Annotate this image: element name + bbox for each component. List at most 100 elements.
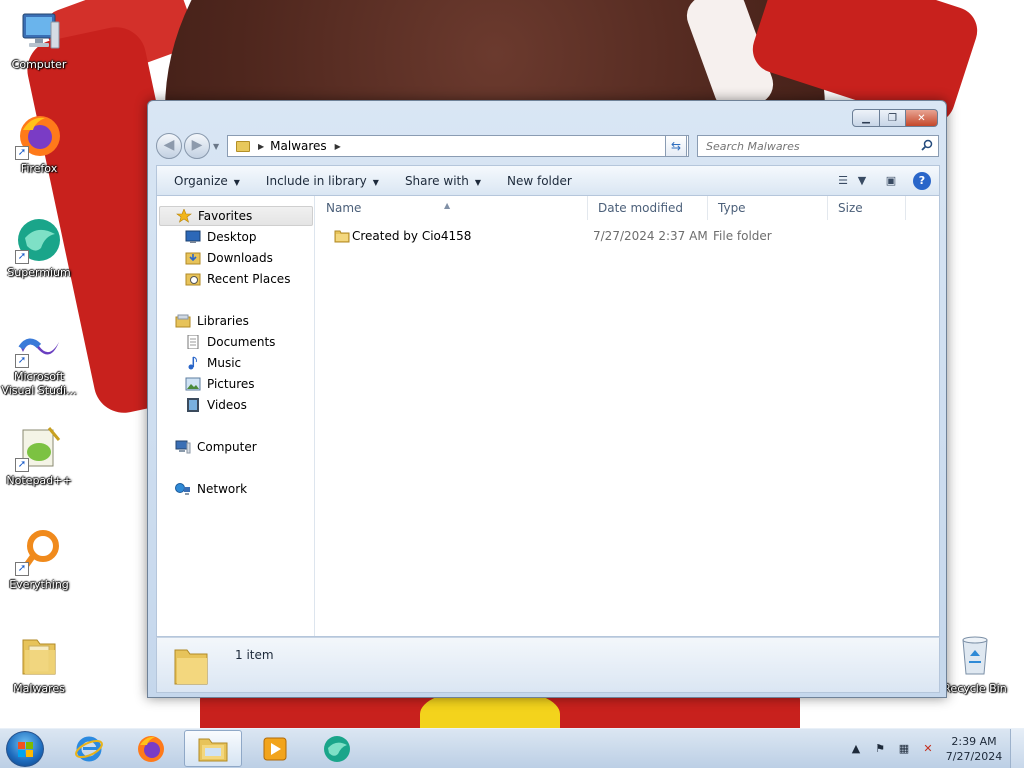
recent-places-icon bbox=[185, 272, 201, 286]
taskbar-file-explorer[interactable] bbox=[184, 730, 242, 767]
explorer-body: Favorites Desktop Downloads Recent Place… bbox=[156, 195, 940, 637]
clock-date: 7/27/2024 bbox=[945, 750, 1003, 763]
desktop-icon-malwares[interactable]: Malwares bbox=[1, 632, 77, 696]
details-pane: 1 item bbox=[156, 637, 940, 693]
clock[interactable]: 2:39 AM 7/27/2024 bbox=[944, 734, 1004, 764]
nav-item-desktop[interactable]: Desktop bbox=[185, 227, 257, 247]
pictures-icon bbox=[185, 377, 201, 391]
nav-item-libraries[interactable]: Libraries bbox=[175, 311, 249, 331]
windows-logo-icon bbox=[18, 742, 33, 757]
taskbar-firefox[interactable] bbox=[122, 730, 180, 767]
computer-icon bbox=[175, 440, 191, 454]
taskbar-supermium[interactable] bbox=[308, 730, 366, 767]
search-icon[interactable] bbox=[921, 139, 933, 151]
recent-pages-dropdown[interactable]: ▼ bbox=[213, 142, 219, 151]
folder-icon bbox=[334, 230, 350, 243]
libraries-icon bbox=[175, 314, 191, 328]
desktop-icon-notepad-plus-plus[interactable]: ➚ Notepad++ bbox=[1, 424, 77, 488]
file-name: Created by Cio4158 bbox=[352, 229, 472, 243]
file-type: File folder bbox=[713, 229, 772, 243]
column-header-name[interactable]: Name ▲ bbox=[316, 196, 588, 220]
preview-pane-button[interactable]: ▣ bbox=[879, 170, 903, 192]
folder-icon bbox=[15, 632, 63, 680]
share-with-button[interactable]: Share with ▼ bbox=[396, 170, 490, 192]
nav-item-documents[interactable]: Documents bbox=[185, 332, 275, 352]
address-bar[interactable]: ▶ Malwares ▶ ▼ bbox=[227, 135, 689, 157]
nav-item-computer[interactable]: Computer bbox=[175, 437, 257, 457]
desktop-icon-firefox[interactable]: ➚ Firefox bbox=[1, 112, 77, 176]
show-desktop-button[interactable] bbox=[1010, 729, 1024, 768]
file-date-modified: 7/27/2024 2:37 AM bbox=[593, 229, 708, 243]
chevron-right-icon[interactable]: ▶ bbox=[335, 142, 341, 151]
desktop-icon-recycle-bin[interactable]: Recycle Bin bbox=[937, 632, 1013, 696]
taskbar: ▲ ⚑ ▦ ✕ 2:39 AM 7/27/2024 bbox=[0, 728, 1024, 768]
desktop-icon bbox=[185, 230, 201, 244]
taskbar-internet-explorer[interactable] bbox=[60, 730, 118, 767]
internet-explorer-icon bbox=[75, 736, 103, 761]
column-header-size[interactable]: Size bbox=[828, 196, 906, 220]
minimize-button[interactable]: ▁ bbox=[852, 109, 880, 127]
new-folder-button[interactable]: New folder bbox=[498, 170, 581, 192]
desktop-icon-everything[interactable]: ➚ Everything bbox=[1, 528, 77, 592]
address-row: ◀ ▶ ▼ ▶ Malwares ▶ ▼ ⇆ bbox=[156, 133, 940, 159]
search-field[interactable] bbox=[697, 135, 939, 157]
chevron-down-icon: ▼ bbox=[233, 177, 240, 187]
column-header-type[interactable]: Type bbox=[708, 196, 828, 220]
nav-item-favorites[interactable]: Favorites bbox=[159, 206, 313, 226]
show-hidden-icons-icon[interactable]: ▲ bbox=[848, 741, 864, 757]
downloads-icon bbox=[185, 251, 201, 265]
navigation-pane: Favorites Desktop Downloads Recent Place… bbox=[157, 196, 315, 636]
table-row[interactable]: Created by Cio4158 7/27/2024 2:37 AM Fil… bbox=[316, 226, 936, 248]
nav-item-downloads[interactable]: Downloads bbox=[185, 248, 273, 268]
folder-icon bbox=[236, 140, 250, 152]
action-center-flag-icon[interactable]: ⚑ bbox=[872, 741, 888, 757]
network-icon bbox=[175, 482, 191, 496]
breadcrumb-malwares[interactable]: Malwares bbox=[270, 139, 327, 153]
desktop-icon-visual-studio[interactable]: ➚ Microsoft Visual Studi... bbox=[1, 320, 77, 398]
firefox-icon: ➚ bbox=[15, 112, 63, 160]
recycle-bin-icon bbox=[951, 632, 999, 680]
desktop-icon-supermium[interactable]: ➚ Supermium bbox=[1, 216, 77, 280]
chevron-down-icon: ▼ bbox=[372, 177, 379, 187]
clock-time: 2:39 AM bbox=[951, 735, 997, 748]
firefox-icon bbox=[138, 735, 164, 762]
visual-studio-icon: ➚ bbox=[15, 320, 63, 368]
music-icon bbox=[185, 356, 201, 370]
caption-buttons: ▁ ❐ ✕ bbox=[852, 109, 938, 127]
column-header-date-modified[interactable]: Date modified bbox=[588, 196, 708, 220]
file-list: Name ▲ Date modified Type Size Created b… bbox=[316, 196, 939, 636]
organize-button[interactable]: Organize ▼ bbox=[165, 170, 249, 192]
media-player-icon bbox=[263, 737, 287, 760]
view-options-dropdown[interactable]: ▼ bbox=[855, 170, 869, 192]
network-status-icon[interactable]: ▦ bbox=[896, 741, 912, 757]
search-input[interactable] bbox=[706, 139, 906, 153]
sort-ascending-icon: ▲ bbox=[444, 201, 451, 210]
help-icon[interactable]: ? bbox=[913, 172, 931, 190]
change-view-button[interactable]: ☰ bbox=[831, 170, 855, 192]
taskbar-media-player[interactable] bbox=[246, 730, 304, 767]
forward-button[interactable]: ▶ bbox=[184, 133, 210, 159]
file-explorer-icon bbox=[198, 738, 228, 761]
nav-item-recent-places[interactable]: Recent Places bbox=[185, 269, 290, 289]
nav-item-network[interactable]: Network bbox=[175, 479, 247, 499]
computer-icon bbox=[15, 8, 63, 56]
command-bar: Organize ▼ Include in library ▼ Share with… bbox=[156, 165, 940, 195]
nav-item-pictures[interactable]: Pictures bbox=[185, 374, 255, 394]
nav-item-videos[interactable]: Videos bbox=[185, 395, 247, 415]
close-button[interactable]: ✕ bbox=[906, 109, 938, 127]
everything-icon: ➚ bbox=[15, 528, 63, 576]
desktop-icon-computer[interactable]: Computer bbox=[1, 8, 77, 72]
system-tray: ▲ ⚑ ▦ ✕ 2:39 AM 7/27/2024 bbox=[848, 729, 1024, 768]
notepad-plus-plus-icon: ➚ bbox=[15, 424, 63, 472]
include-in-library-button[interactable]: Include in library ▼ bbox=[257, 170, 388, 192]
volume-muted-icon[interactable]: ✕ bbox=[920, 741, 936, 757]
refresh-button[interactable]: ⇆ bbox=[665, 135, 687, 157]
start-button[interactable] bbox=[6, 731, 44, 767]
folder-icon bbox=[174, 649, 208, 685]
supermium-icon bbox=[324, 735, 350, 762]
back-button[interactable]: ◀ bbox=[156, 133, 182, 159]
nav-item-music[interactable]: Music bbox=[185, 353, 241, 373]
chevron-right-icon[interactable]: ▶ bbox=[258, 142, 264, 151]
maximize-button[interactable]: ❐ bbox=[880, 109, 906, 127]
item-count: 1 item bbox=[235, 648, 274, 662]
